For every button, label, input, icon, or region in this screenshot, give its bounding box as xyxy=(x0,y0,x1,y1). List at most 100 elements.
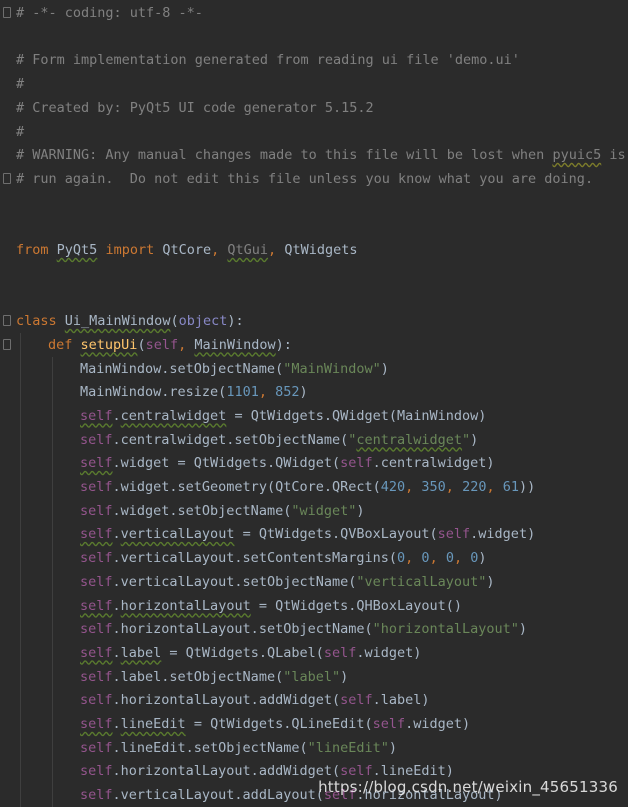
code-token: 350 xyxy=(421,479,446,495)
code-token: ) xyxy=(380,360,389,377)
code-line[interactable]: self.widget.setGeometry(QtCore.QRect(420… xyxy=(0,475,628,499)
code-token: label xyxy=(120,644,162,661)
code-token: self xyxy=(340,455,373,472)
code-token: self xyxy=(80,502,113,519)
code-token: ): xyxy=(227,313,244,330)
code-line[interactable]: self.verticalLayout.setObjectName("verti… xyxy=(0,570,628,594)
code-text: MainWindow.resize(1101, 852) xyxy=(80,380,308,404)
code-token: ( xyxy=(137,336,146,353)
code-token: 420 xyxy=(380,479,406,495)
code-line[interactable]: self.widget.setObjectName("widget") xyxy=(0,499,628,523)
code-line[interactable]: class Ui_MainWindow(object): xyxy=(0,309,628,333)
code-token: . xyxy=(112,644,121,661)
code-token: , xyxy=(268,242,277,258)
code-token: .widget) xyxy=(470,526,536,543)
code-token: . xyxy=(112,716,121,732)
code-line[interactable]: # Form implementation generated from rea… xyxy=(0,48,628,72)
code-line[interactable]: self.horizontalLayout.addWidget(self.lab… xyxy=(0,688,628,712)
code-text: # -*- coding: utf-8 -*- xyxy=(16,1,203,25)
code-line[interactable]: self.centralwidget.setObjectName("centra… xyxy=(0,428,628,452)
code-token: self xyxy=(80,550,113,567)
code-line[interactable]: self.lineEdit = QtWidgets.QLineEdit(self… xyxy=(0,712,628,736)
code-token: object xyxy=(178,313,228,330)
code-token: QtCore xyxy=(154,242,212,258)
code-token: .widget) xyxy=(356,644,422,661)
code-line[interactable]: # -*- coding: utf-8 -*- xyxy=(0,1,628,25)
code-line[interactable] xyxy=(0,285,628,309)
fold-marker-icon[interactable] xyxy=(3,309,13,333)
code-token: self xyxy=(80,455,113,472)
code-line[interactable]: self.lineEdit.setObjectName("lineEdit") xyxy=(0,736,628,760)
code-line[interactable]: self.label.setObjectName("label") xyxy=(0,665,628,689)
code-line[interactable]: self.verticalLayout.setContentsMargins(0… xyxy=(0,546,628,570)
code-text: self.centralwidget = QtWidgets.QWidget(M… xyxy=(80,404,486,428)
code-token: .verticalLayout.setContentsMargins( xyxy=(112,550,397,567)
code-line[interactable]: # run again. Do not edit this file unles… xyxy=(0,167,628,191)
code-token: "widget" xyxy=(291,502,357,519)
code-text: self.centralwidget.setObjectName("centra… xyxy=(80,428,478,452)
code-line[interactable]: from PyQt5 import QtCore, QtGui, QtWidge… xyxy=(0,238,628,262)
code-line[interactable]: self.verticalLayout = QtWidgets.QVBoxLay… xyxy=(0,522,628,546)
code-token: . xyxy=(112,526,121,543)
code-text: self.lineEdit.setObjectName("lineEdit") xyxy=(80,736,397,760)
code-token: ) xyxy=(299,384,308,401)
code-token: .centralwidget) xyxy=(372,455,495,472)
code-line[interactable]: MainWindow.resize(1101, 852) xyxy=(0,380,628,404)
code-line[interactable]: self.horizontalLayout.setObjectName("hor… xyxy=(0,617,628,641)
code-text: self.horizontalLayout = QtWidgets.QHBoxL… xyxy=(80,594,462,618)
code-line[interactable] xyxy=(0,214,628,238)
code-token: 0 xyxy=(397,550,406,567)
code-line[interactable]: # xyxy=(0,72,628,96)
code-token: ): xyxy=(275,336,292,353)
code-token: 61 xyxy=(502,479,520,495)
code-token: ) xyxy=(486,573,495,590)
code-line[interactable]: MainWindow.setObjectName("MainWindow") xyxy=(0,357,628,381)
code-editor[interactable]: # -*- coding: utf-8 -*- # Form implementa… xyxy=(0,0,628,807)
code-line[interactable]: self.label = QtWidgets.QLabel(self.widge… xyxy=(0,641,628,665)
code-token: MainWindow xyxy=(194,336,276,353)
code-line[interactable]: # WARNING: Any manual changes made to th… xyxy=(0,143,628,167)
code-token: horizontalLayout xyxy=(120,597,251,614)
code-token: 852 xyxy=(275,384,300,401)
code-line[interactable]: self.widget = QtWidgets.QWidget(self.cen… xyxy=(0,451,628,475)
code-line[interactable]: def setupUi(self, MainWindow): xyxy=(0,333,628,357)
code-token: def xyxy=(48,336,73,353)
code-token: .widget = QtWidgets.QWidget( xyxy=(112,455,341,472)
code-token: self xyxy=(80,787,113,804)
code-token: , xyxy=(429,550,438,567)
code-token: MainWindow.resize( xyxy=(80,384,227,401)
fold-marker-icon[interactable] xyxy=(3,1,13,25)
code-token: self xyxy=(80,763,113,780)
code-token: .horizontalLayout.addWidget( xyxy=(112,692,341,709)
code-text: self.widget.setObjectName("widget") xyxy=(80,499,365,523)
code-token: centralwidget xyxy=(356,431,463,448)
code-line[interactable] xyxy=(0,262,628,286)
code-token: # xyxy=(16,123,25,140)
code-token: .label.setObjectName( xyxy=(112,668,284,685)
code-text: self.widget.setGeometry(QtCore.QRect(420… xyxy=(80,475,535,499)
code-line[interactable]: self.horizontalLayout = QtWidgets.QHBoxL… xyxy=(0,594,628,618)
code-token: # Form implementation generated from rea… xyxy=(16,52,520,69)
code-text: self.verticalLayout.setContentsMargins(0… xyxy=(80,546,487,570)
code-token: .widget) xyxy=(405,716,471,732)
code-line[interactable]: # Created by: PyQt5 UI code generator 5.… xyxy=(0,96,628,120)
code-text: # run again. Do not edit this file unles… xyxy=(16,167,593,191)
code-line[interactable] xyxy=(0,25,628,49)
fold-marker-icon[interactable] xyxy=(3,333,13,357)
code-token: Ui_MainWindow xyxy=(64,313,171,330)
code-line[interactable]: self.centralwidget = QtWidgets.QWidget(M… xyxy=(0,404,628,428)
code-line[interactable] xyxy=(0,191,628,215)
code-token: = QtWidgets.QLineEdit( xyxy=(185,716,373,732)
fold-marker-icon[interactable] xyxy=(3,167,13,191)
code-token: .lineEdit) xyxy=(372,763,454,780)
code-line[interactable]: # xyxy=(0,120,628,144)
watermark: https://blog.csdn.net/weixin_45651336 xyxy=(318,778,618,796)
code-token: # run again. Do not edit this file unles… xyxy=(16,170,594,187)
code-token: ) xyxy=(356,502,365,519)
code-token: self xyxy=(80,739,113,756)
code-token: . xyxy=(112,407,121,424)
code-token: , xyxy=(178,336,187,353)
code-token: centralwidget xyxy=(120,407,227,424)
